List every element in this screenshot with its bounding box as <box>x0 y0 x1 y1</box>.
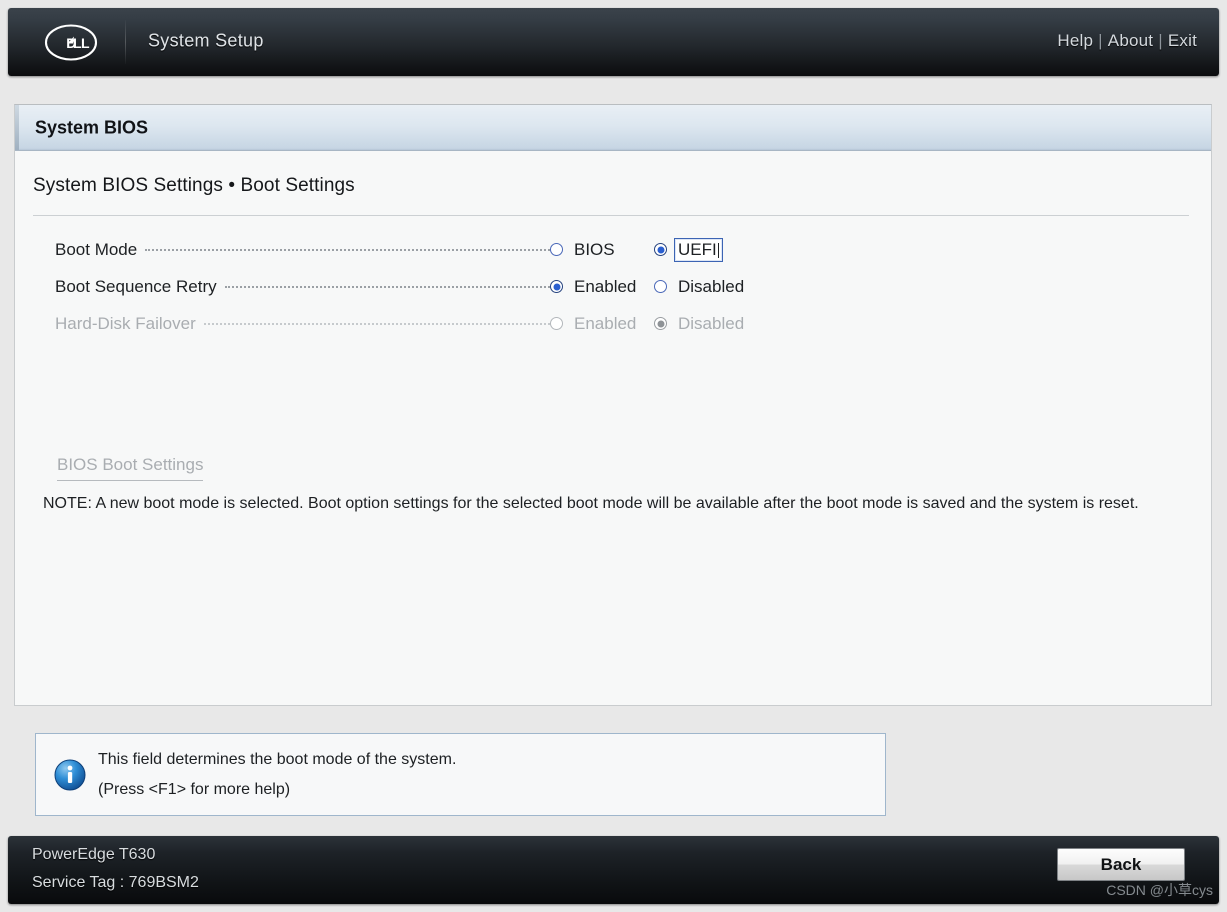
help-info-line-1: This field determines the boot mode of t… <box>98 750 457 768</box>
radio-label: Disabled <box>678 313 745 333</box>
radio-option-disabled[interactable]: Disabled <box>654 275 748 299</box>
help-link[interactable]: Help <box>1057 31 1093 50</box>
radio-label: UEFI <box>674 237 723 262</box>
radio-icon[interactable] <box>550 280 563 293</box>
radio-group-boot-mode: BIOS UEFI <box>550 237 723 262</box>
breadcrumb: System BIOS Settings • Boot Settings <box>33 175 355 196</box>
radio-option-enabled[interactable]: Enabled <box>550 275 654 299</box>
nav-separator-1: | <box>1098 31 1103 50</box>
nav-separator-2: | <box>1158 31 1163 50</box>
setting-label-wrap: Hard-Disk Failover <box>55 314 550 334</box>
setting-label-wrap: Boot Mode <box>55 240 550 260</box>
radio-option-uefi[interactable]: UEFI <box>654 237 723 262</box>
radio-icon[interactable] <box>550 243 563 256</box>
settings-list: Boot Mode BIOS UEFI Boot Sequence Retry <box>15 231 1211 342</box>
radio-icon[interactable] <box>654 280 667 293</box>
setting-label: Boot Mode <box>55 239 138 259</box>
dotted-leader <box>203 322 550 325</box>
help-info-line-2: (Press <F1> for more help) <box>98 780 291 798</box>
setting-row-boot-sequence-retry: Boot Sequence Retry Enabled Disabled <box>15 268 1211 305</box>
system-model: PowerEdge T630 <box>32 846 156 863</box>
radio-icon[interactable] <box>654 243 667 256</box>
top-navigation: Help | About | Exit <box>1057 31 1197 51</box>
radio-label: Enabled <box>574 313 637 333</box>
system-setup-title: System Setup <box>148 30 264 51</box>
top-bar: D LL System Setup Help | About | Exit <box>8 8 1219 76</box>
setting-label: Boot Sequence Retry <box>55 276 217 296</box>
page-title: System BIOS <box>35 117 149 137</box>
radio-group-hard-disk-failover: Enabled Disabled <box>550 312 748 336</box>
back-button[interactable]: Back <box>1057 848 1185 881</box>
radio-group-boot-sequence-retry: Enabled Disabled <box>550 275 748 299</box>
radio-label: BIOS <box>574 239 615 259</box>
svg-text:LL: LL <box>73 35 90 51</box>
setting-row-boot-mode: Boot Mode BIOS UEFI <box>15 231 1211 268</box>
service-tag: Service Tag : 769BSM2 <box>32 874 199 891</box>
info-icon <box>54 759 86 791</box>
note-text: NOTE: A new boot mode is selected. Boot … <box>43 495 1139 512</box>
radio-icon <box>654 317 667 330</box>
radio-option-bios[interactable]: BIOS <box>550 238 654 262</box>
about-link[interactable]: About <box>1108 31 1153 50</box>
dotted-leader <box>224 285 550 288</box>
setting-label-wrap: Boot Sequence Retry <box>55 277 550 297</box>
watermark: CSDN @小草cys <box>1106 882 1213 898</box>
radio-icon <box>550 317 563 330</box>
panel-header-accent <box>15 105 19 150</box>
radio-option-enabled: Enabled <box>550 312 654 336</box>
main-panel: System BIOS System BIOS Settings • Boot … <box>14 104 1212 706</box>
footer-bar: PowerEdge T630 Service Tag : 769BSM2 Bac… <box>8 836 1219 904</box>
panel-divider <box>33 215 1189 216</box>
exit-link[interactable]: Exit <box>1168 31 1197 50</box>
topbar-divider <box>125 20 126 64</box>
dell-logo-icon: D LL <box>42 24 100 61</box>
bios-boot-settings-link: BIOS Boot Settings <box>57 455 204 481</box>
dotted-leader <box>145 248 550 251</box>
help-info-text: This field determines the boot mode of t… <box>98 745 456 805</box>
radio-option-disabled: Disabled <box>654 312 748 336</box>
radio-label: Disabled <box>678 276 745 296</box>
radio-label: Enabled <box>574 276 637 296</box>
help-info-box: This field determines the boot mode of t… <box>35 733 886 816</box>
setting-label: Hard-Disk Failover <box>55 313 196 333</box>
setting-row-hard-disk-failover: Hard-Disk Failover Enabled Disabled <box>15 305 1211 342</box>
panel-header: System BIOS <box>15 105 1211 151</box>
